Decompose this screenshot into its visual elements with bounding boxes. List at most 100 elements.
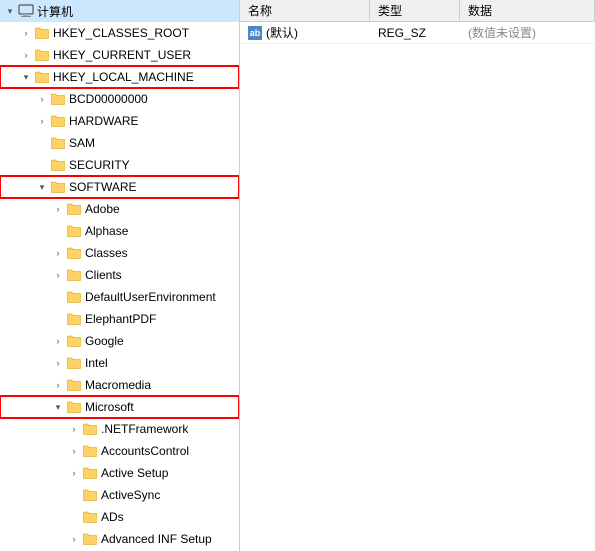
tree-item-label: Classes <box>85 246 128 260</box>
tree-item-elephantpdf[interactable]: ElephantPDF <box>0 308 239 330</box>
tree-item-activesync[interactable]: ActiveSync <box>0 484 239 506</box>
tree-item-hardware[interactable]: › HARDWARE <box>0 110 239 132</box>
expand-icon[interactable] <box>66 487 82 503</box>
folder-icon <box>66 223 82 239</box>
tree-item-netframework[interactable]: › .NETFramework <box>0 418 239 440</box>
expand-icon[interactable]: › <box>50 267 66 283</box>
folder-icon <box>66 201 82 217</box>
tree-item-label: ActiveSync <box>101 488 160 502</box>
tree-item-label: ADs <box>101 510 124 524</box>
expand-icon[interactable]: ▾ <box>50 399 66 415</box>
expand-icon[interactable]: ▾ <box>34 179 50 195</box>
expand-icon[interactable]: › <box>50 355 66 371</box>
cell-name: ab(默认) <box>240 24 370 41</box>
tree-item-accountscontrol[interactable]: › AccountsControl <box>0 440 239 462</box>
right-panel: 名称 类型 数据 ab(默认)REG_SZ(数值未设置) <box>240 0 595 551</box>
tree-item-label: Adobe <box>85 202 120 216</box>
expand-icon[interactable]: › <box>18 25 34 41</box>
expand-icon[interactable]: › <box>66 421 82 437</box>
tree-item-bcd00000000[interactable]: › BCD00000000 <box>0 88 239 110</box>
tree-item-defaultuserenvironment[interactable]: DefaultUserEnvironment <box>0 286 239 308</box>
expand-icon[interactable] <box>50 289 66 305</box>
folder-icon <box>66 355 82 371</box>
col-header-data: 数据 <box>460 0 595 21</box>
tree-item-adobe[interactable]: › Adobe <box>0 198 239 220</box>
tree-item-alphase[interactable]: Alphase <box>0 220 239 242</box>
expand-icon[interactable]: › <box>50 201 66 217</box>
tree-panel: ▾ 计算机› HKEY_CLASSES_ROOT› HKEY_CURRENT_U… <box>0 0 240 551</box>
tree-item-label: HKEY_CURRENT_USER <box>53 48 191 62</box>
folder-icon <box>66 267 82 283</box>
expand-icon[interactable]: › <box>66 465 82 481</box>
tree-item-software[interactable]: ▾ SOFTWARE <box>0 176 239 198</box>
tree-item-label: ElephantPDF <box>85 312 156 326</box>
folder-icon <box>18 3 34 19</box>
expand-icon[interactable]: › <box>34 113 50 129</box>
expand-icon[interactable] <box>66 509 82 525</box>
tree-item-label: Active Setup <box>101 466 168 480</box>
tree-item-label: HARDWARE <box>69 114 139 128</box>
cell-data: (数值未设置) <box>460 24 595 41</box>
tree-item-classes[interactable]: › Classes <box>0 242 239 264</box>
tree-item-label: HKEY_CLASSES_ROOT <box>53 26 189 40</box>
tree-item-label: Advanced INF Setup <box>101 532 212 546</box>
cell-type: REG_SZ <box>370 26 460 40</box>
tree-item-label: 计算机 <box>37 3 73 20</box>
folder-icon <box>82 443 98 459</box>
tree-item-active_setup[interactable]: › Active Setup <box>0 462 239 484</box>
tree-item-ads[interactable]: ADs <box>0 506 239 528</box>
expand-icon[interactable]: › <box>34 91 50 107</box>
tree-item-label: AccountsControl <box>101 444 189 458</box>
folder-icon <box>34 69 50 85</box>
tree-item-label: Microsoft <box>85 400 134 414</box>
expand-icon[interactable]: › <box>66 531 82 547</box>
expand-icon[interactable]: › <box>50 333 66 349</box>
tree-item-label: HKEY_LOCAL_MACHINE <box>53 70 194 84</box>
expand-icon[interactable]: ▾ <box>2 3 18 19</box>
expand-icon[interactable]: › <box>50 245 66 261</box>
tree-item-security[interactable]: SECURITY <box>0 154 239 176</box>
folder-icon <box>34 25 50 41</box>
table-row[interactable]: ab(默认)REG_SZ(数值未设置) <box>240 22 595 44</box>
folder-icon <box>82 531 98 547</box>
col-header-type: 类型 <box>370 0 460 21</box>
folder-icon <box>50 157 66 173</box>
tree-item-hkey_local_machine[interactable]: ▾ HKEY_LOCAL_MACHINE <box>0 66 239 88</box>
tree-item-label: BCD00000000 <box>69 92 148 106</box>
folder-icon <box>82 487 98 503</box>
tree-item-sam[interactable]: SAM <box>0 132 239 154</box>
folder-icon <box>50 91 66 107</box>
col-header-name: 名称 <box>240 0 370 21</box>
tree-item-computer[interactable]: ▾ 计算机 <box>0 0 239 22</box>
folder-icon <box>82 509 98 525</box>
folder-icon <box>66 377 82 393</box>
folder-icon <box>66 245 82 261</box>
tree-item-google[interactable]: › Google <box>0 330 239 352</box>
folder-icon <box>34 47 50 63</box>
tree-item-advanced_inf_setup[interactable]: › Advanced INF Setup <box>0 528 239 550</box>
tree-scroll[interactable]: ▾ 计算机› HKEY_CLASSES_ROOT› HKEY_CURRENT_U… <box>0 0 239 551</box>
expand-icon[interactable] <box>34 135 50 151</box>
tree-item-microsoft[interactable]: ▾ Microsoft <box>0 396 239 418</box>
folder-icon <box>82 465 98 481</box>
tree-item-intel[interactable]: › Intel <box>0 352 239 374</box>
value-name: (默认) <box>266 24 298 41</box>
folder-icon <box>66 399 82 415</box>
expand-icon[interactable] <box>34 157 50 173</box>
expand-icon[interactable] <box>50 311 66 327</box>
tree-item-label: Alphase <box>85 224 128 238</box>
tree-item-hkey_classes_root[interactable]: › HKEY_CLASSES_ROOT <box>0 22 239 44</box>
tree-item-label: SECURITY <box>69 158 130 172</box>
expand-icon[interactable] <box>50 223 66 239</box>
tree-item-macromedia[interactable]: › Macromedia <box>0 374 239 396</box>
expand-icon[interactable]: › <box>50 377 66 393</box>
tree-item-clients[interactable]: › Clients <box>0 264 239 286</box>
expand-icon[interactable]: › <box>18 47 34 63</box>
folder-icon <box>50 135 66 151</box>
folder-icon <box>50 113 66 129</box>
expand-icon[interactable]: ▾ <box>18 69 34 85</box>
expand-icon[interactable]: › <box>66 443 82 459</box>
tree-item-hkey_current_user[interactable]: › HKEY_CURRENT_USER <box>0 44 239 66</box>
folder-icon <box>50 179 66 195</box>
tree-item-label: SAM <box>69 136 95 150</box>
